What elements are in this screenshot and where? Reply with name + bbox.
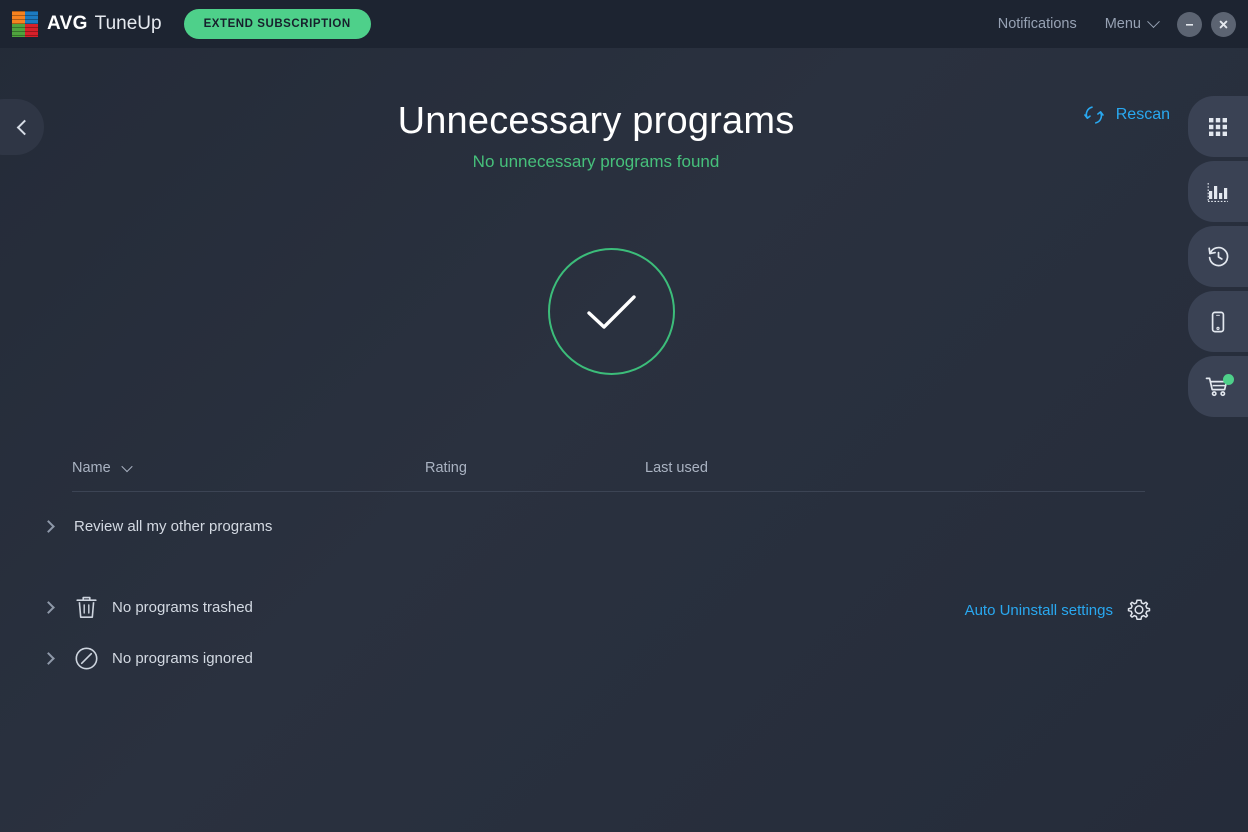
trash-icon-wrap xyxy=(74,594,112,621)
status-check-circle xyxy=(548,248,675,375)
chevron-right-wrap xyxy=(40,520,74,533)
title-bar-actions: Notifications Menu xyxy=(984,11,1248,37)
bar-chart-icon xyxy=(1207,182,1228,202)
avg-tuneup-window: AVG TuneUp EXTEND SUBSCRIPTION Notificat… xyxy=(0,0,1248,832)
gear-icon xyxy=(1127,599,1151,620)
close-button[interactable] xyxy=(1211,11,1236,37)
page-subtitle: No unnecessary programs found xyxy=(472,152,720,171)
refresh-icon xyxy=(1083,106,1104,124)
list-item-label: No programs trashed xyxy=(112,599,253,616)
close-icon xyxy=(1219,20,1228,28)
chevron-right-icon xyxy=(42,601,55,614)
trash-icon xyxy=(76,596,97,618)
chevron-right-wrap xyxy=(40,601,74,614)
auto-uninstall-settings-label: Auto Uninstall settings xyxy=(964,601,1113,619)
chevron-down-icon xyxy=(1147,14,1160,28)
list-item-programs-trashed[interactable]: No programs trashed xyxy=(40,594,253,621)
avg-logo-icon xyxy=(12,11,38,37)
list-item-label: No programs ignored xyxy=(112,650,253,667)
grid-apps-icon xyxy=(1209,117,1227,136)
check-icon xyxy=(586,294,636,329)
brand-product-label: TuneUp xyxy=(94,13,162,34)
history-clock-icon xyxy=(1207,246,1228,267)
column-header-name[interactable]: Name xyxy=(72,460,133,476)
column-header-last-used[interactable]: Last used xyxy=(645,460,708,476)
chevron-right-icon xyxy=(42,652,55,665)
rescan-button[interactable]: Rescan xyxy=(1083,104,1170,126)
list-item-review-other-programs[interactable]: Review all my other programs xyxy=(40,518,272,535)
programs-table-header: Name Rating Last used xyxy=(72,460,1145,492)
brand-avg-label: AVG xyxy=(47,13,88,34)
rail-button-store[interactable] xyxy=(1188,356,1248,417)
rail-button-mobile[interactable] xyxy=(1188,291,1248,352)
mobile-phone-icon xyxy=(1211,311,1225,332)
right-rail xyxy=(1188,96,1248,417)
auto-uninstall-settings-button[interactable]: Auto Uninstall settings xyxy=(965,597,1152,623)
chevron-right-wrap xyxy=(40,652,74,665)
menu-button[interactable]: Menu xyxy=(1091,14,1168,32)
rail-button-all-features[interactable] xyxy=(1188,96,1248,157)
rail-button-performance-report[interactable] xyxy=(1188,161,1248,222)
rescan-label: Rescan xyxy=(1115,106,1170,123)
page-title: Unnecessary programs xyxy=(397,100,795,142)
column-header-name-label: Name xyxy=(72,460,111,476)
ignore-icon-wrap xyxy=(74,646,112,671)
ignore-circle-slash-icon xyxy=(75,647,98,670)
minimize-button[interactable] xyxy=(1177,11,1202,37)
notifications-link[interactable]: Notifications xyxy=(984,16,1091,32)
chevron-down-icon xyxy=(121,460,133,473)
title-bar: AVG TuneUp EXTEND SUBSCRIPTION Notificat… xyxy=(0,0,1248,48)
cart-badge xyxy=(1223,374,1234,385)
minimize-icon xyxy=(1186,23,1193,26)
brand: AVG TuneUp xyxy=(12,11,162,37)
chevron-right-icon xyxy=(42,520,55,533)
extend-subscription-button[interactable]: EXTEND SUBSCRIPTION xyxy=(183,9,371,39)
menu-label: Menu xyxy=(1104,16,1141,32)
list-item-programs-ignored[interactable]: No programs ignored xyxy=(40,646,253,671)
rail-button-history[interactable] xyxy=(1188,226,1248,287)
column-header-rating[interactable]: Rating xyxy=(425,460,467,476)
list-item-label: Review all my other programs xyxy=(74,518,273,535)
